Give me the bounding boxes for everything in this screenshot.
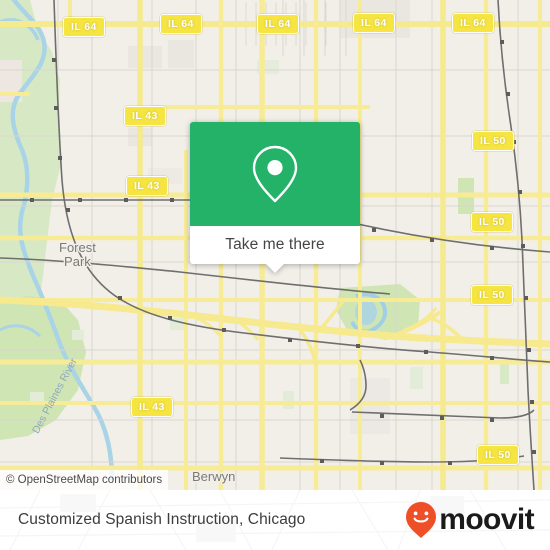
road-shield: IL 43 [131,397,173,417]
road-shield: IL 50 [472,131,514,151]
road-shield: IL 64 [452,13,494,33]
road-shield: IL 50 [471,212,513,232]
moovit-brand[interactable]: moovit [405,490,535,550]
moovit-wordmark: moovit [439,503,534,536]
road-shield: IL 64 [353,13,395,33]
road-shield: IL 50 [471,285,513,305]
road-shield: IL 64 [160,14,202,34]
take-me-there-callout[interactable]: Take me there [190,122,360,273]
osm-attribution[interactable]: © OpenStreetMap contributors [0,470,169,490]
road-shield: IL 50 [477,445,519,465]
callout-action-label: Take me there [225,236,325,253]
callout-pointer-tail [266,264,284,273]
place-label: Forest Park [59,240,96,269]
map-pin-icon [252,145,298,203]
map-screenshot: IL 64 IL 64 IL 64 IL 64 IL 64 IL 43 IL 43 IL 50… [0,0,550,550]
place-label: Berwyn [192,469,236,484]
footer-bar: Customized Spanish Instruction, Chicago … [0,490,550,550]
road-shield: IL 43 [124,106,166,126]
road-shield: IL 64 [63,17,105,37]
callout-pin-panel [190,122,360,226]
road-shield: IL 43 [126,176,168,196]
road-shield: IL 64 [257,14,299,34]
map-canvas[interactable]: IL 64 IL 64 IL 64 IL 64 IL 64 IL 43 IL 43 IL 50… [0,0,550,490]
page-title: Customized Spanish Instruction, Chicago [18,511,306,528]
callout-action-bar[interactable]: Take me there [190,226,360,264]
moovit-smiley-pin-icon [406,502,437,538]
